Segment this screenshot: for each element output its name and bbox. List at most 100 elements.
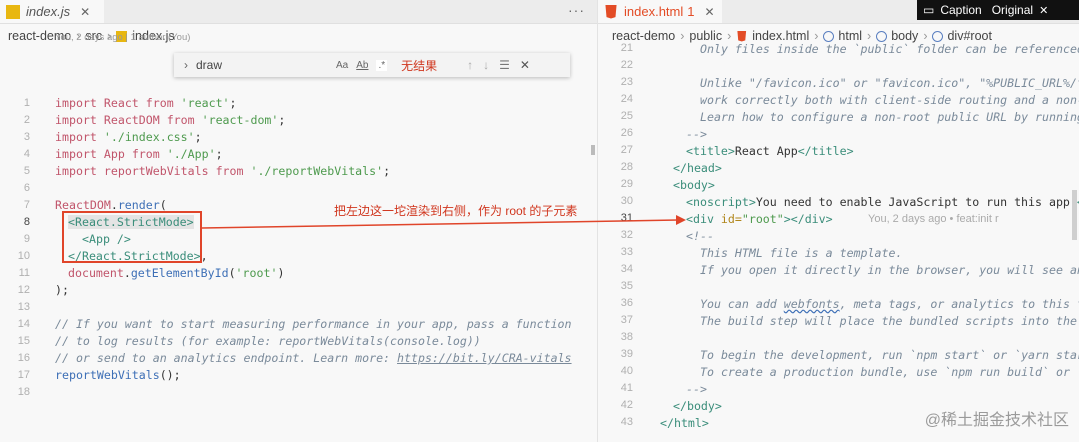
tab-index-html[interactable]: index.html 1 ✕ — [598, 0, 722, 23]
line-number: 34 — [620, 263, 633, 275]
chevron-right-icon: › — [867, 29, 872, 43]
caption-button[interactable]: Caption — [940, 3, 981, 17]
breadcrumb-item[interactable]: index.html — [752, 29, 809, 43]
element-icon — [823, 30, 835, 42]
line-number: 35 — [620, 280, 633, 292]
line-number: 12 — [17, 284, 30, 296]
code-line: Only files inside the `public` folder ca… — [700, 42, 1079, 56]
code-line: To create a production bundle, use `npm … — [700, 365, 1079, 379]
scrollbar[interactable] — [1072, 190, 1077, 240]
line-number: 30 — [620, 195, 633, 207]
find-result-status: 无结果 — [401, 58, 438, 73]
line-number: 2 — [23, 114, 30, 126]
line-number: 3 — [23, 131, 30, 143]
breadcrumb-item[interactable]: div#root — [947, 29, 991, 43]
arrow-up-icon[interactable]: ↑ — [467, 58, 473, 72]
element-icon — [932, 30, 944, 42]
code-line: import React from 'react'; — [55, 96, 237, 110]
find-in-selection-icon[interactable]: ☰ — [499, 58, 510, 72]
breadcrumb-item[interactable]: html — [838, 29, 862, 43]
line-number: 31 — [620, 212, 633, 224]
line-number: 36 — [620, 297, 633, 309]
line-number: 23 — [620, 76, 633, 88]
match-whole-word-toggle[interactable]: Ab — [356, 60, 368, 71]
code-line: // If you want to start measuring perfor… — [55, 317, 572, 331]
left-tabbar: index.js ✕ ··· — [0, 0, 597, 24]
close-icon[interactable]: ✕ — [520, 58, 530, 72]
code-line: If you open it directly in the browser, … — [700, 263, 1079, 277]
javascript-file-icon — [6, 4, 20, 19]
line-number: 6 — [23, 182, 30, 194]
annotation-text: 把左边这一坨渲染到右侧，作为 root 的子元素 — [334, 204, 578, 218]
close-icon[interactable]: ✕ — [1039, 4, 1048, 17]
regex-toggle[interactable]: .* — [376, 59, 388, 71]
line-number: 18 — [17, 386, 30, 398]
breadcrumb-item[interactable]: body — [891, 29, 918, 43]
code-line: This HTML file is a template. — [700, 246, 903, 260]
code-line: ); — [55, 283, 69, 297]
element-icon — [876, 30, 888, 42]
line-number: 28 — [620, 161, 633, 173]
scrollbar-marker — [591, 145, 595, 155]
breadcrumb-item[interactable]: react-demo — [612, 29, 675, 43]
watermark: @稀土掘金技术社区 — [924, 412, 1069, 429]
code-line: document.getElementById('root') — [68, 266, 285, 280]
find-input[interactable]: draw — [196, 58, 336, 72]
tab-index-js[interactable]: index.js ✕ — [0, 0, 104, 23]
line-number: 41 — [620, 382, 633, 394]
arrow-down-icon[interactable]: ↓ — [483, 58, 489, 72]
code-line: </head> — [673, 161, 722, 175]
chevron-right-icon: › — [923, 29, 928, 43]
chevron-right-icon[interactable]: › — [184, 58, 188, 72]
tab-label: index.html — [624, 4, 684, 19]
code-line: <!-- — [686, 229, 714, 243]
line-number: 17 — [17, 369, 30, 381]
left-editor-pane: index.js ✕ ··· react-demo › src › index.… — [0, 0, 598, 442]
line-number: 22 — [620, 59, 633, 71]
code-line: // to log results (for example: reportWe… — [55, 334, 481, 348]
line-number: 11 — [18, 267, 30, 279]
code-line: <body> — [673, 178, 715, 192]
problem-count-badge: 1 — [687, 4, 695, 19]
git-blame-inline: You, 2 days ago • feat:init r — [868, 213, 999, 225]
line-number: 7 — [23, 199, 30, 211]
code-line: The build step will place the bundled sc… — [700, 314, 1079, 328]
code-line: <title>React App</title> — [686, 144, 854, 158]
code-line: import reportWebVitals from './reportWeb… — [55, 164, 391, 178]
breadcrumb-item[interactable]: public — [689, 29, 722, 43]
line-number: 15 — [17, 335, 30, 347]
chevron-right-icon: › — [727, 29, 732, 43]
chevron-right-icon: › — [814, 29, 819, 43]
line-number: 26 — [620, 127, 633, 139]
comment-icon[interactable]: ▭ — [923, 3, 934, 17]
chevron-right-icon: › — [680, 29, 685, 43]
line-number: 32 — [620, 229, 633, 241]
screenshot-root: index.js ✕ ··· react-demo › src › index.… — [0, 0, 1079, 442]
tab-label: index.js — [26, 4, 71, 19]
media-overlay-bar: ▭ Caption Original ✕ — [917, 0, 1079, 20]
more-actions-icon[interactable]: ··· — [568, 2, 585, 18]
find-widget[interactable]: › draw Aa Ab .* 无结果 ↑ ↓ ☰ ✕ — [174, 53, 570, 77]
close-icon[interactable]: ✕ — [704, 5, 714, 19]
line-number: 10 — [17, 250, 30, 262]
line-number: 4 — [23, 148, 30, 160]
code-line: You can add webfonts, meta tags, or anal… — [700, 297, 1079, 311]
line-number: 38 — [620, 331, 633, 343]
code-line: To begin the development, run `npm start… — [700, 348, 1079, 362]
match-case-toggle[interactable]: Aa — [336, 60, 348, 71]
code-line: </body> — [673, 399, 722, 413]
html-file-icon — [605, 4, 617, 19]
line-number: 5 — [23, 165, 30, 177]
original-button[interactable]: Original — [992, 3, 1033, 17]
code-line: --> — [686, 127, 707, 141]
code-line: // or send to an analytics endpoint. Lea… — [55, 351, 572, 365]
code-line: import ReactDOM from 'react-dom'; — [55, 113, 286, 127]
line-number: 21 — [620, 42, 633, 54]
line-number: 16 — [17, 352, 30, 364]
code-line: <noscript>You need to enable JavaScript … — [686, 195, 1079, 209]
line-number: 43 — [620, 416, 633, 428]
line-number: 1 — [23, 97, 30, 109]
line-number: 40 — [620, 365, 633, 377]
close-icon[interactable]: ✕ — [80, 5, 90, 19]
code-line: Unlike "/favicon.ico" or "favicon.ico", … — [700, 76, 1079, 90]
